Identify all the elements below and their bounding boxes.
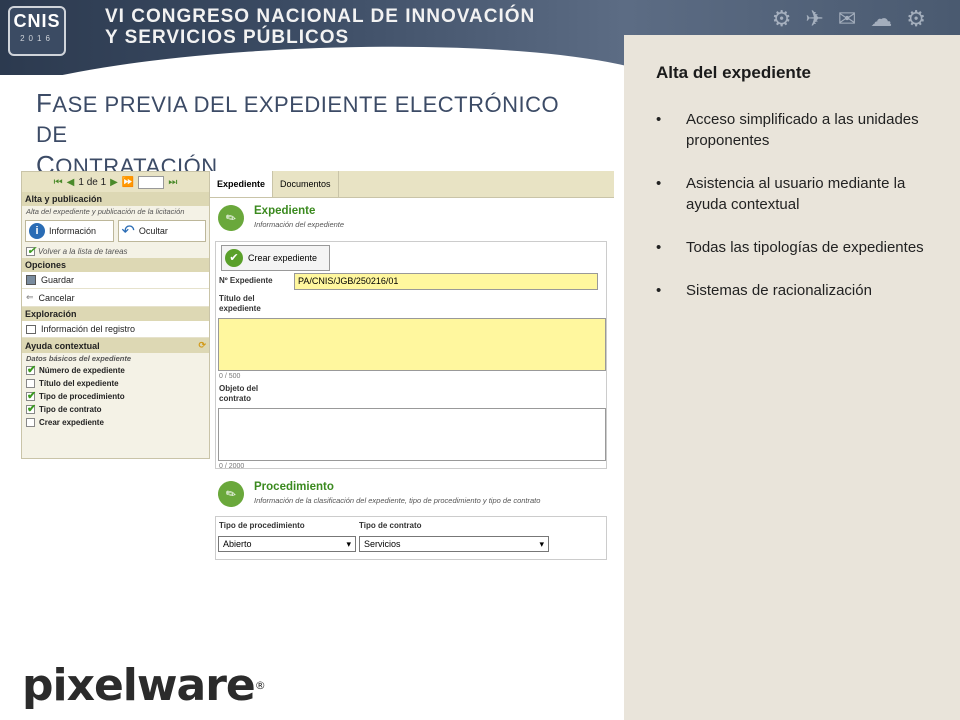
bullet-item: Acceso simplificado a las unidades propo… [656,109,946,151]
checkmark-icon [26,244,36,257]
save-icon [26,275,36,285]
procedimiento-subtitle: Información de la clasificación del expe… [254,496,541,505]
procedure-type-select[interactable]: Abierto ▾ [218,536,356,552]
dropdown-arrow-icon: ▾ [346,538,351,549]
unchecked-icon [26,379,35,388]
refresh-icon[interactable]: ⟳ [198,340,206,351]
procedimiento-title: Procedimiento [254,481,334,493]
next-fast-icon[interactable]: ⏩ [122,177,134,188]
unchecked-icon [26,418,35,427]
contract-type-label: Tipo de contrato [359,521,422,530]
left-arrow-icon: ⇐ [26,292,34,302]
exploration-heading: Exploración [22,307,209,321]
cancel-option[interactable]: ⇐ Cancelar [22,289,209,307]
banner-title-line2: Y SERVICIOS PÚBLICOS [105,27,350,48]
contract-type-select[interactable]: Servicios ▾ [359,536,549,552]
expediente-number-input[interactable]: PA/CNIS/JGB/250216/01 [294,273,598,290]
check-icon [26,389,36,402]
prev-page-icon[interactable]: ◀ [67,177,75,188]
app-left-panel: ⏮ ◀ 1 de 1 ▶ ⏩ ⏭ Alta y publicación Alta… [21,171,210,459]
info-icon: i [29,223,45,239]
checklist-item: Crear expediente [22,416,209,429]
next-page-icon[interactable]: ▶ [110,177,118,188]
expediente-title: Expediente [254,205,316,217]
tab-expediente[interactable]: Expediente [210,171,274,197]
expediente-number-label: Nº Expediente [219,276,273,285]
expediente-title-textarea[interactable] [218,318,606,371]
checklist-item: Número de expediente [22,363,209,377]
save-option[interactable]: Guardar [22,272,209,289]
banner-title: VI CONGRESO NACIONAL DE INNOVACIÓN Y SER… [105,6,535,48]
info-button-label: Información [49,226,97,236]
object-char-count: 0 / 2000 [219,463,245,470]
procedimiento-section-header: ✎ Procedimiento Información de la clasif… [213,476,541,512]
first-page-icon[interactable]: ⏮ [54,177,63,188]
contract-object-label: Objeto del contrato [219,384,259,403]
help-heading: Ayuda contextual ⟳ [22,338,209,353]
banner-title-line1: VI CONGRESO NACIONAL DE INNOVACIÓN [105,6,536,27]
section-title: Alta y publicación [22,192,209,206]
document-icon [26,324,36,334]
app-form-area: Expediente Documentos ✎ Expediente Infor… [210,171,614,566]
checklist-item: Tipo de contrato [22,402,209,416]
pixelware-logo: pixelware® [22,660,266,711]
check-icon [26,363,36,376]
pager-text: 1 de 1 [78,176,107,188]
expediente-form: ✔ Crear expediente Nº Expediente PA/CNIS… [215,241,607,470]
back-to-tasks-link[interactable]: Volver a la lista de tareas [22,244,209,258]
pager: ⏮ ◀ 1 de 1 ▶ ⏩ ⏭ [22,172,209,192]
tab-bar: Expediente Documentos [210,171,614,198]
expediente-subtitle: Información del expediente [254,220,345,229]
tab-documentos[interactable]: Documentos [273,171,339,197]
bullet-item: Todas las tipologías de expedientes [656,237,946,258]
expediente-section-header: ✎ Expediente Información del expediente [213,200,345,236]
checklist-item: Título del expediente [22,377,209,390]
page-input[interactable] [138,175,165,189]
page-title: FASE PREVIA DEL EXPEDIENTE ELECTRÓNICO D… [36,88,560,180]
last-page-icon[interactable]: ⏭ [168,177,177,188]
procedimiento-form: Tipo de procedimiento Tipo de contrato A… [215,516,607,560]
bullet-item: Asistencia al usuario mediante la ayuda … [656,173,946,215]
cnis-logo: CNIS 2016 [8,6,66,56]
side-panel: Alta del expediente Acceso simplificado … [624,35,960,720]
logo-main: CNIS [13,11,61,31]
procedure-type-label: Tipo de procedimiento [219,521,305,530]
hide-button[interactable]: ↶ Ocultar [117,220,206,242]
help-subtitle: Datos básicos del expediente [26,354,132,363]
side-bullet-list: Acceso simplificado a las unidades propo… [656,109,946,323]
check-circle-icon: ✔ [225,249,243,267]
title-char-count: 0 / 500 [219,373,241,380]
bullet-item: Sistemas de racionalización [656,280,946,301]
info-button[interactable]: i Información [25,220,114,242]
expediente-title-label: Título del expediente [219,294,261,313]
banner-decoration-icons: ⚙✈✉☁⚙ [771,6,940,31]
checklist-item: Tipo de procedimiento [22,389,209,403]
info-button-row: i Información ↶ Ocultar [22,217,209,245]
dropdown-arrow-icon: ▾ [539,538,544,549]
hide-button-label: Ocultar [138,226,168,236]
logo-year: 2016 [20,34,54,43]
record-info-option[interactable]: Información del registro [22,321,209,338]
create-expediente-button[interactable]: ✔ Crear expediente [221,245,330,271]
tag-icon: ✎ [213,200,249,236]
back-arrow-icon: ↶ [121,223,135,240]
section-subtitle: Alta del expediente y publicación de la … [26,207,185,216]
check-icon [26,402,36,415]
side-title: Alta del expediente [656,63,811,82]
tag-icon: ✎ [213,476,249,512]
contract-object-textarea[interactable] [218,408,606,461]
options-heading: Opciones [22,258,209,272]
